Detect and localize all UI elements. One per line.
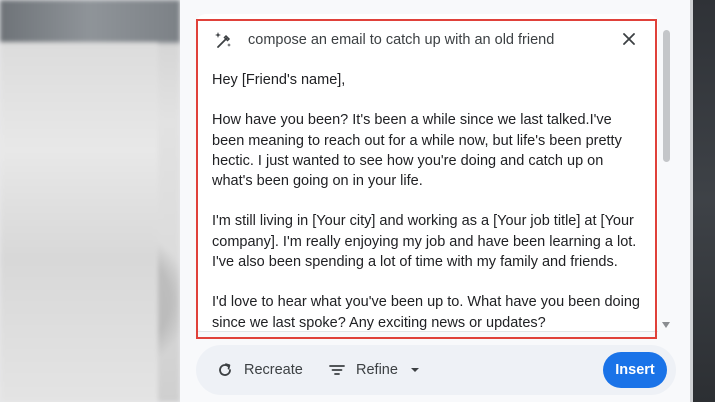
- insert-button[interactable]: Insert: [603, 352, 667, 388]
- blurred-background-strip: [0, 0, 180, 42]
- blurred-background-left: [0, 0, 180, 402]
- bottom-toolbar: Recreate Refine Insert: [196, 345, 676, 395]
- scroll-down-arrow-icon[interactable]: [662, 322, 670, 328]
- prompt-row: compose an email to catch up with an old…: [196, 26, 656, 54]
- refine-dropdown-button[interactable]: Refine: [328, 358, 420, 382]
- background-right: [690, 0, 715, 402]
- refresh-icon: [219, 363, 231, 376]
- blurred-background-pane: [0, 42, 158, 402]
- email-paragraph: I'm still living in [Your city] and work…: [212, 213, 637, 271]
- recreate-label: Recreate: [244, 362, 303, 378]
- email-paragraph: I'd love to hear what you've been up to.…: [212, 294, 640, 331]
- magic-pen-icon: [212, 30, 234, 50]
- email-greeting: Hey [Friend's name],: [212, 72, 346, 88]
- background-right-edge: [690, 0, 693, 402]
- help-me-write-panel: compose an email to catch up with an old…: [180, 0, 690, 402]
- scrollbar-thumb[interactable]: [663, 30, 670, 162]
- refine-label: Refine: [356, 362, 398, 378]
- close-icon: [623, 33, 635, 45]
- divider: [196, 331, 658, 332]
- email-paragraph: How have you been? It's been a while sin…: [212, 112, 622, 190]
- caret-down-icon: [410, 368, 419, 372]
- prompt-text: compose an email to catch up with an old…: [248, 32, 555, 48]
- recreate-button[interactable]: Recreate: [216, 358, 303, 382]
- generated-email-body[interactable]: Hey [Friend's name], How have you been? …: [212, 70, 644, 353]
- close-button[interactable]: [618, 28, 640, 50]
- refine-lines-icon: [329, 365, 345, 375]
